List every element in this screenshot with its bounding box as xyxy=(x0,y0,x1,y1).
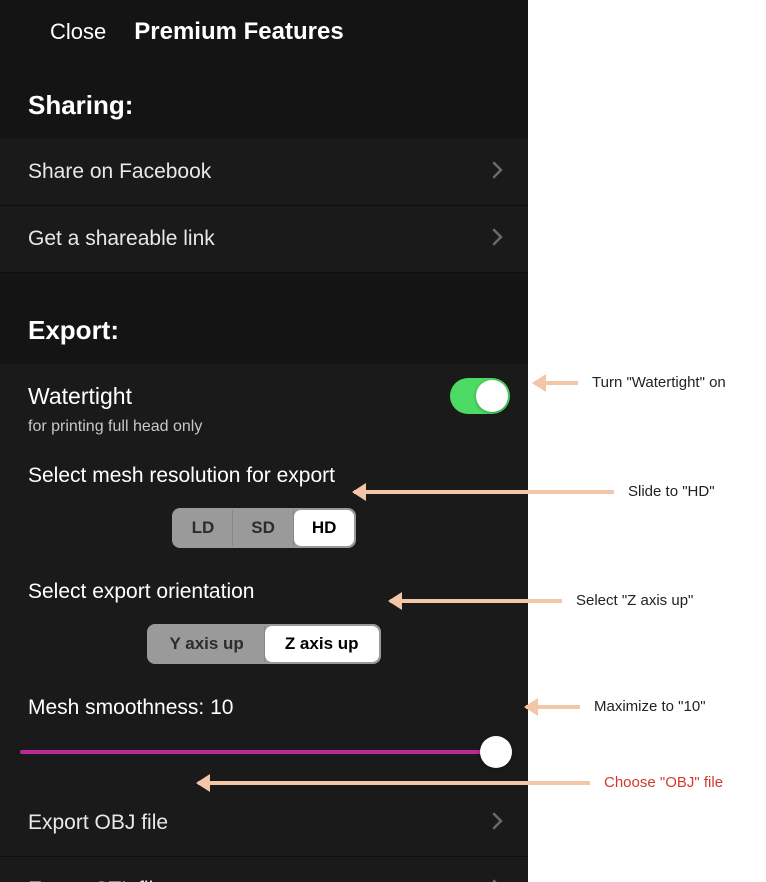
resolution-segmented-row: LD SD HD xyxy=(0,502,528,566)
annotation-text: Turn "Watertight" on xyxy=(592,374,726,391)
chevron-right-icon xyxy=(492,159,504,185)
close-button[interactable]: Close xyxy=(50,19,106,45)
annotation-text: Choose "OBJ" file xyxy=(604,774,723,791)
annotation-max10: Maximize to "10" xyxy=(526,698,706,715)
export-stl-row[interactable]: Export STL file xyxy=(0,857,528,882)
export-section-header: Export: xyxy=(0,293,528,364)
annotation-text: Maximize to "10" xyxy=(594,698,706,715)
orientation-option-z[interactable]: Z axis up xyxy=(265,626,379,662)
chevron-right-icon xyxy=(492,226,504,252)
smoothness-slider-thumb[interactable] xyxy=(480,736,512,768)
annotation-text: Slide to "HD" xyxy=(628,483,715,500)
export-obj-row[interactable]: Export OBJ file xyxy=(0,790,528,857)
page-title: Premium Features xyxy=(134,18,343,46)
annotation-zaxis: Select "Z axis up" xyxy=(390,592,693,609)
smoothness-slider[interactable] xyxy=(20,750,508,754)
annotation-hd: Slide to "HD" xyxy=(354,483,715,500)
sharing-section-header: Sharing: xyxy=(0,68,528,139)
export-obj-label: Export OBJ file xyxy=(28,811,168,835)
watertight-label: Watertight xyxy=(28,383,132,410)
orientation-option-y[interactable]: Y axis up xyxy=(149,626,264,662)
resolution-option-ld[interactable]: LD xyxy=(174,510,234,546)
share-facebook-row[interactable]: Share on Facebook xyxy=(0,139,528,206)
shareable-link-row[interactable]: Get a shareable link xyxy=(0,206,528,273)
annotation-text: Select "Z axis up" xyxy=(576,592,693,609)
share-facebook-label: Share on Facebook xyxy=(28,160,211,184)
annotation-obj: Choose "OBJ" file xyxy=(198,774,723,791)
orientation-segmented[interactable]: Y axis up Z axis up xyxy=(147,624,380,664)
smoothness-label: Mesh smoothness: 10 xyxy=(0,682,528,734)
section-gap xyxy=(0,273,528,293)
resolution-option-hd[interactable]: HD xyxy=(294,510,355,546)
watertight-row: Watertight xyxy=(0,364,528,418)
top-bar: Close Premium Features xyxy=(0,0,528,68)
orientation-segmented-row: Y axis up Z axis up xyxy=(0,618,528,682)
app-panel: Close Premium Features Sharing: Share on… xyxy=(0,0,528,882)
export-stl-label: Export STL file xyxy=(28,878,165,882)
shareable-link-label: Get a shareable link xyxy=(28,227,215,251)
chevron-right-icon xyxy=(492,877,504,882)
export-block: Watertight for printing full head only S… xyxy=(0,364,528,790)
toggle-knob xyxy=(476,380,508,412)
watertight-toggle[interactable] xyxy=(450,378,510,414)
chevron-right-icon xyxy=(492,810,504,836)
watertight-subtitle: for printing full head only xyxy=(0,418,528,450)
resolution-option-sd[interactable]: SD xyxy=(233,510,294,546)
resolution-segmented[interactable]: LD SD HD xyxy=(172,508,357,548)
annotation-watertight: Turn "Watertight" on xyxy=(534,374,726,391)
